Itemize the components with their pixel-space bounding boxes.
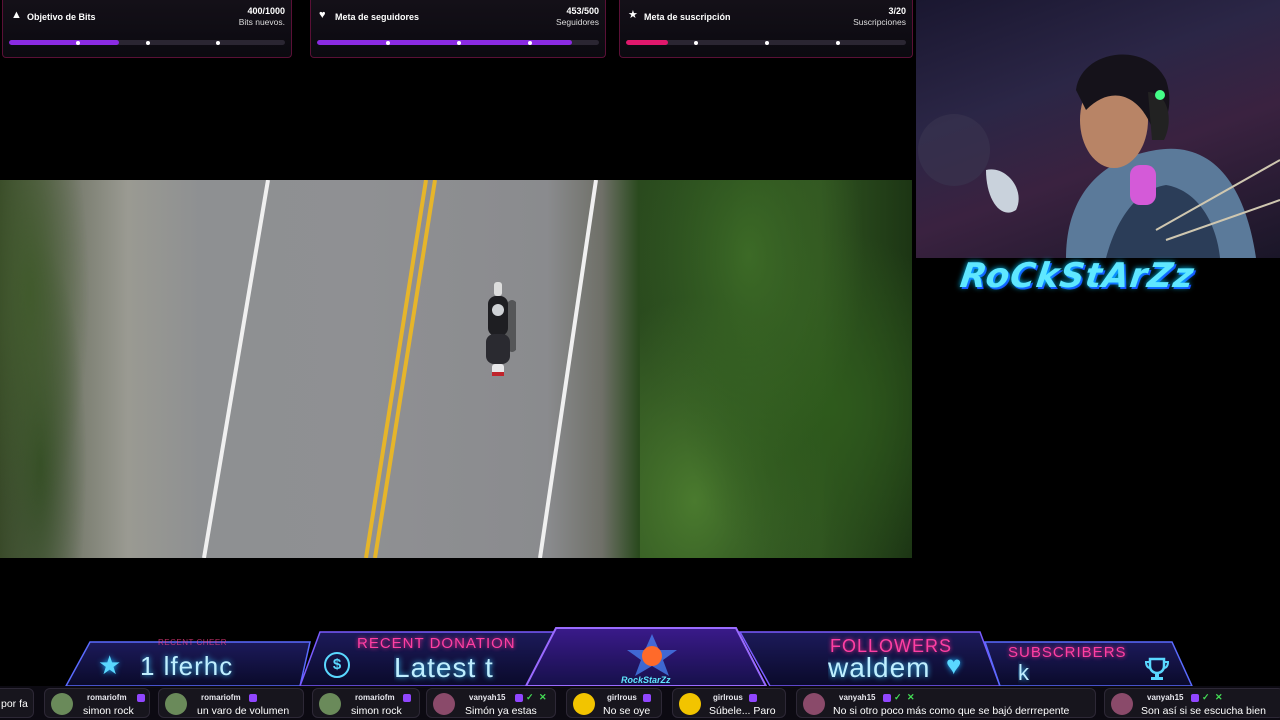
chat-message: vanyah15 ✓ ✕ Simón ya estas: [426, 688, 556, 718]
goal-marker: [528, 41, 532, 45]
motorcycle: [486, 282, 516, 376]
chat-username: romariofm: [201, 693, 241, 702]
goal-progress-fill: [9, 40, 120, 45]
check-badge-icon: ✓: [526, 692, 534, 702]
logo-emblem-icon: [627, 634, 677, 676]
followers-goal-widget: ♥ Meta de seguidores 453/500 Seguidores: [310, 0, 606, 58]
coin-icon: $: [324, 652, 350, 678]
chat-message-text: un varo de volumen: [197, 705, 290, 717]
avatar: [679, 693, 701, 715]
goal-unit: Bits nuevos.: [238, 17, 285, 27]
subscribers-value: k: [1018, 660, 1030, 685]
goal-unit: Suscripciones: [853, 17, 906, 27]
twitch-badge-icon: [749, 694, 757, 702]
goal-marker: [386, 41, 390, 45]
goal-unit: Seguidores: [555, 17, 599, 27]
stream-info-bar: ★ RECENT CHEER 1 lferhc $ RECENT DONATIO…: [0, 626, 1280, 686]
followers-value: waldem: [828, 652, 931, 683]
chat-message-text: simon rock: [351, 705, 402, 717]
chat-message-text: Son así si se escucha bien: [1141, 705, 1266, 717]
goal-marker: [694, 41, 698, 45]
avatar: [433, 693, 455, 715]
goal-marker: [216, 41, 220, 45]
chat-username: vanyah15: [839, 693, 876, 702]
goal-progress-fill: [626, 40, 668, 45]
heart-icon: ♥: [946, 650, 962, 680]
avatar: [1111, 693, 1133, 715]
star-icon: ★: [98, 650, 122, 680]
chat-message-text: por fa: [1, 698, 28, 710]
goal-marker: [765, 41, 769, 45]
twitch-badge-icon: [403, 694, 411, 702]
recent-cheer-value: 1 lferhc: [140, 651, 234, 681]
avatar: [165, 693, 187, 715]
bits-goal-widget: ▲ Objetivo de Bits 400/1000 Bits nuevos.: [2, 0, 292, 58]
chat-username: romariofm: [87, 693, 127, 702]
avatar: [319, 693, 341, 715]
goal-title: Objetivo de Bits: [27, 12, 96, 22]
mod-badge-icon: ✕: [1215, 692, 1223, 702]
avatar: [51, 693, 73, 715]
heart-icon: ♥: [319, 9, 326, 21]
webcam-feed: [916, 0, 1280, 258]
chat-message: girlrous No se oye: [566, 688, 662, 718]
chat-ticker: por fa romariofm simon rock romariofm un…: [0, 686, 1280, 720]
chat-message-text: No se oye: [603, 705, 651, 717]
twitch-badge-icon: [249, 694, 257, 702]
avatar: [573, 693, 595, 715]
goal-count: 400/1000: [247, 6, 285, 16]
subscription-goal-widget: ★ Meta de suscripción 3/20 Suscripciones: [619, 0, 913, 58]
mod-badge-icon: ✕: [907, 692, 915, 702]
goal-marker: [836, 41, 840, 45]
chat-username: vanyah15: [469, 693, 506, 702]
twitch-badge-icon: [137, 694, 145, 702]
check-badge-icon: ✓: [1202, 692, 1210, 702]
twitch-badge-icon: [515, 694, 523, 702]
recent-cheer-label: RECENT CHEER: [158, 638, 227, 647]
chat-username: romariofm: [355, 693, 395, 702]
goal-progress-fill: [317, 40, 573, 45]
check-badge-icon: ✓: [894, 692, 902, 702]
chat-username: girlrous: [713, 693, 743, 702]
video-player[interactable]: [0, 180, 912, 558]
chat-message: romariofm simon rock: [312, 688, 420, 718]
mod-badge-icon: ✕: [539, 692, 547, 702]
bits-icon: ▲: [11, 9, 22, 21]
chat-message: girlrous Súbele... Paro: [672, 688, 786, 718]
goal-count: 453/500: [566, 6, 599, 16]
recent-donation-value: Latest t: [394, 652, 494, 683]
twitch-badge-icon: [643, 694, 651, 702]
chat-message: por fa: [0, 688, 34, 718]
subscribers-label: SUBSCRIBERS: [1008, 644, 1127, 661]
chat-message: romariofm un varo de volumen: [158, 688, 304, 718]
streamer-figure: [918, 54, 1280, 258]
chat-message-text: simon rock: [83, 705, 134, 717]
chat-message-text: Súbele... Paro: [709, 705, 776, 717]
chat-message-text: No si otro poco más como que se bajó der…: [833, 705, 1070, 717]
twitch-badge-icon: [883, 694, 891, 702]
goal-marker: [457, 41, 461, 45]
chat-message-text: Simón ya estas: [465, 705, 537, 717]
chat-message: romariofm simon rock: [44, 688, 150, 718]
goal-title: Meta de seguidores: [335, 12, 420, 22]
goal-count: 3/20: [888, 6, 906, 16]
trophy-icon: [1144, 657, 1170, 680]
goal-title: Meta de suscripción: [644, 12, 731, 22]
goal-marker: [76, 41, 80, 45]
goal-marker: [146, 41, 150, 45]
recent-donation-label: RECENT DONATION: [357, 635, 516, 652]
chat-username: girlrous: [607, 693, 637, 702]
star-icon: ★: [628, 9, 638, 21]
channel-brand-logo: RoCkStArZz: [957, 256, 1198, 296]
bar-logo-text: RockStarZz: [621, 675, 671, 685]
avatar: [803, 693, 825, 715]
road-markings: [202, 180, 598, 558]
twitch-badge-icon: [1191, 694, 1199, 702]
chat-message: vanyah15 ✓ ✕ No si otro poco más como qu…: [796, 688, 1096, 718]
chat-username: vanyah15: [1147, 693, 1184, 702]
chat-message: vanyah15 ✓ ✕ Son así si se escucha bien: [1104, 688, 1280, 718]
